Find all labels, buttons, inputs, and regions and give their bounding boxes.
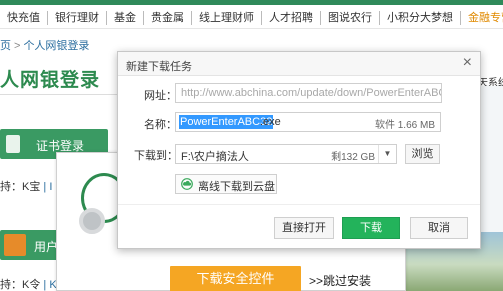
nav-item-fund[interactable]: 基金: [107, 11, 144, 25]
url-value: http://www.abchina.com/update/down/Power…: [181, 87, 442, 99]
nav-item-advisor[interactable]: 线上理财师: [192, 11, 262, 25]
nav-item-finance-special[interactable]: 金融专营: [461, 11, 503, 25]
dialog-titlebar[interactable]: 新建下载任务 ×: [118, 52, 480, 76]
name-label: 名称：: [144, 119, 177, 131]
filename-extension: .exe: [260, 116, 281, 128]
support-note-2: 持：K令 | K: [0, 276, 57, 291]
skip-install-link[interactable]: >>跳过安装: [309, 272, 371, 289]
free-space: 剩132 GB: [331, 152, 375, 163]
support-note-1-link[interactable]: I: [49, 181, 52, 193]
breadcrumb-current[interactable]: 个人网银登录: [23, 40, 89, 52]
destination-label: 下载到：: [134, 150, 178, 162]
filename-field[interactable]: PowerEnterABC32 .exe 软件 1.66 MB: [175, 112, 441, 132]
user-icon: [4, 234, 26, 256]
user-login-label: 用户: [34, 240, 59, 254]
page-title: 人网银登录: [0, 70, 101, 91]
chevron-down-icon[interactable]: ▼: [378, 145, 396, 163]
usb-key-icon: [6, 135, 20, 153]
url-field[interactable]: http://www.abchina.com/update/down/Power…: [175, 83, 442, 103]
top-nav-items: 快充值 银行理财 基金 贵金属 线上理财师 人才招聘 图说农行 小积分大梦想 金…: [0, 11, 503, 25]
nav-item-wealth[interactable]: 银行理财: [48, 11, 107, 25]
nav-item-gallery[interactable]: 图说农行: [321, 11, 380, 25]
download-button[interactable]: 下载: [342, 217, 400, 239]
support-note-1: 持：K宝 | I: [0, 178, 52, 194]
support-note-2-text: 持：K令: [0, 279, 41, 291]
file-size: 软件 1.66 MB: [374, 120, 435, 131]
new-download-dialog: 新建下载任务 × 网址： http://www.abchina.com/upda…: [117, 51, 481, 249]
breadcrumb-separator: >: [14, 40, 21, 52]
cloud-download-label: 离线下载到云盘: [198, 181, 275, 193]
dialog-title: 新建下载任务: [126, 61, 192, 73]
download-plugin-button[interactable]: 下载安全控件: [170, 266, 301, 291]
cloud-icon: [181, 178, 193, 190]
cancel-button[interactable]: 取消: [410, 217, 468, 239]
nav-item-metals[interactable]: 贵金属: [144, 11, 192, 25]
nav-item-careers[interactable]: 人才招聘: [262, 11, 321, 25]
breadcrumb-home[interactable]: 页: [0, 40, 11, 52]
gear-icon: [79, 208, 105, 234]
cloud-download-button[interactable]: 离线下载到云盘: [175, 174, 277, 194]
browse-button[interactable]: 浏览: [405, 144, 440, 164]
user-login-button[interactable]: 用户: [0, 230, 60, 260]
support-note-1-sep: |: [43, 181, 47, 193]
nav-item-recharge[interactable]: 快充值: [0, 11, 48, 25]
support-note-1-text: 持：K宝: [0, 181, 41, 193]
site-top-navigation: 快充值 银行理财 基金 贵金属 线上理财师 人才招聘 图说农行 小积分大梦想 金…: [0, 0, 503, 29]
breadcrumb: 页 > 个人网银登录: [0, 37, 89, 53]
open-directly-button[interactable]: 直接打开: [274, 217, 334, 239]
nav-item-points[interactable]: 小积分大梦想: [380, 11, 461, 25]
url-label: 网址：: [144, 90, 177, 102]
destination-path: F:\农户摘法人: [181, 151, 249, 163]
footer-divider: [118, 204, 480, 205]
destination-select[interactable]: F:\农户摘法人 剩132 GB ▼: [175, 144, 397, 164]
close-icon[interactable]: ×: [463, 55, 472, 71]
support-note-2-sep: |: [43, 279, 47, 291]
top-green-strip: [0, 0, 503, 5]
title-divider: [0, 94, 120, 95]
